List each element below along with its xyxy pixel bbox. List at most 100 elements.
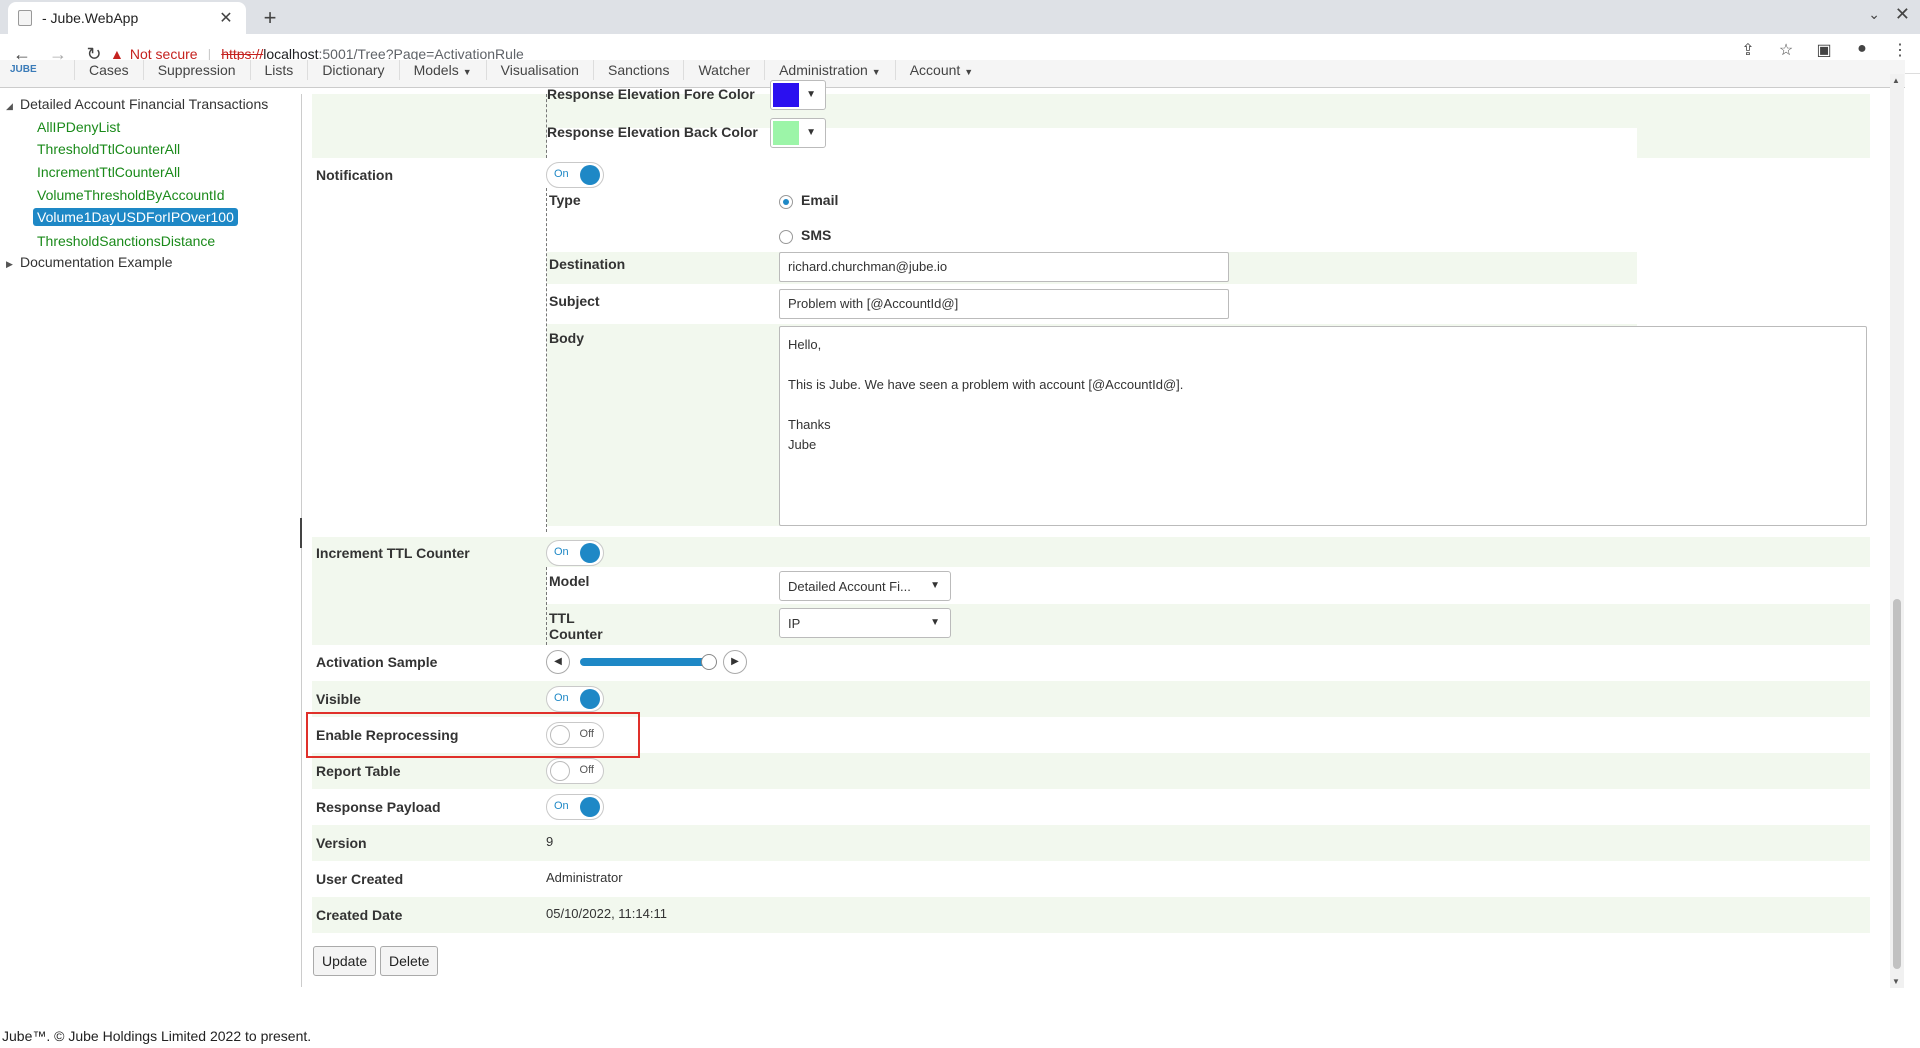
report-table-label: Report Table xyxy=(316,763,401,779)
tree-leaf[interactable]: AllIPDenyList xyxy=(33,118,124,136)
report-table-toggle[interactable]: Off xyxy=(546,758,604,784)
user-created-label: User Created xyxy=(316,871,404,887)
tree-leaf[interactable]: IncrementTtlCounterAll xyxy=(33,163,184,181)
toggle-knob xyxy=(580,689,600,709)
created-date-label: Created Date xyxy=(316,907,403,923)
toggle-knob xyxy=(580,543,600,563)
page-scrollbar[interactable]: ▲ ▼ xyxy=(1890,74,1904,988)
report-table-row: Report Table Off xyxy=(312,753,1870,789)
toolbar-actions: ⇪ ☆ ▣ ● ⋮ xyxy=(1736,40,1912,60)
new-tab-button[interactable]: + xyxy=(256,4,284,32)
ttl-counter-select[interactable]: IP ▼ xyxy=(779,608,951,638)
window-close-icon[interactable]: ✕ xyxy=(1895,4,1910,25)
toggle-knob xyxy=(580,165,600,185)
ttl-counter-select-value: IP xyxy=(788,616,801,631)
back-color-label: Response Elevation Back Color xyxy=(547,124,758,140)
destination-label: Destination xyxy=(549,256,626,272)
response-payload-toggle[interactable]: On xyxy=(546,794,604,820)
body-textarea[interactable]: Hello, This is Jube. We have seen a prob… xyxy=(779,326,1867,526)
increment-ttl-label: Increment TTL Counter xyxy=(316,545,470,561)
caret-down-icon: ▼ xyxy=(462,67,472,77)
nav-sanctions[interactable]: Sanctions xyxy=(592,60,683,80)
share-icon[interactable]: ⇪ xyxy=(1736,40,1760,60)
slider-decrement-icon[interactable]: ◀ xyxy=(546,650,570,674)
back-color-swatch xyxy=(773,121,799,145)
side-panel-icon[interactable]: ▣ xyxy=(1812,40,1836,60)
nav-models[interactable]: Models ▼ xyxy=(398,60,486,80)
chevron-down-icon: ▼ xyxy=(930,617,940,628)
toggle-state: Off xyxy=(579,764,594,776)
increment-ttl-sub: Model Detailed Account Fi... ▼ TTL Count… xyxy=(546,567,1871,645)
destination-input[interactable]: richard.churchman@jube.io xyxy=(779,252,1229,282)
scroll-down-icon[interactable]: ▼ xyxy=(1892,977,1900,986)
menu-icon[interactable]: ⋮ xyxy=(1888,40,1912,60)
chevron-down-icon: ▼ xyxy=(930,580,940,591)
email-radio[interactable] xyxy=(779,195,793,209)
nav-dictionary[interactable]: Dictionary xyxy=(307,60,398,80)
fore-color-label-text: Response Elevation Fore Color xyxy=(547,86,755,102)
highlight-box xyxy=(306,712,640,758)
activation-rule-form: Response Elevation Fore Color ▼ Response… xyxy=(312,80,1871,987)
nav-watcher[interactable]: Watcher xyxy=(683,60,764,80)
scroll-up-icon[interactable]: ▲ xyxy=(1892,76,1900,85)
visible-toggle[interactable]: On xyxy=(546,686,604,712)
profile-icon[interactable]: ● xyxy=(1850,40,1874,60)
chevron-down-icon: ▼ xyxy=(806,127,816,138)
footer: Jube™. © Jube Holdings Limited 2022 to p… xyxy=(2,1028,312,1044)
fore-color-picker[interactable]: ▼ xyxy=(770,80,826,110)
collapsed-triangle-icon[interactable]: ▶ xyxy=(6,259,20,270)
tab-title: - Jube.WebApp xyxy=(42,10,139,26)
activation-sample-row: Activation Sample ◀ ▶ xyxy=(312,645,1870,681)
toggle-state: On xyxy=(554,168,569,180)
nav-visualisation[interactable]: Visualisation xyxy=(485,60,593,80)
response-elevation-sub: Response Elevation Fore Color ▼ Response… xyxy=(546,80,1637,158)
subject-input[interactable]: Problem with [@AccountId@] xyxy=(779,289,1229,319)
sms-radio-label: SMS xyxy=(801,227,832,243)
tree-leaf[interactable]: ThresholdSanctionsDistance xyxy=(33,232,219,250)
tree-node-sibling[interactable]: ▶ Documentation Example xyxy=(6,254,173,270)
toggle-state: On xyxy=(554,692,569,704)
caret-down-icon: ▼ xyxy=(964,67,974,77)
model-select[interactable]: Detailed Account Fi... ▼ xyxy=(779,571,951,601)
ttl-counter-label: TTL Counter xyxy=(549,610,603,642)
increment-ttl-toggle[interactable]: On xyxy=(546,540,604,566)
slider-track xyxy=(580,658,710,666)
caret-down-icon: ▼ xyxy=(871,67,881,77)
scroll-thumb[interactable] xyxy=(1893,599,1901,969)
back-color-picker[interactable]: ▼ xyxy=(770,118,826,148)
close-icon[interactable]: ✕ xyxy=(216,8,236,28)
nav-suppression[interactable]: Suppression xyxy=(142,60,250,80)
panel-splitter[interactable] xyxy=(300,518,304,548)
body-label: Body xyxy=(549,330,584,346)
expanded-triangle-icon[interactable]: ◢ xyxy=(6,101,20,112)
tree-leaf-selected[interactable]: Volume1DayUSDForIPOver100 xyxy=(33,208,238,226)
response-payload-row: Response Payload On xyxy=(312,789,1870,825)
sms-radio[interactable] xyxy=(779,230,793,244)
nav-lists[interactable]: Lists xyxy=(249,60,308,80)
email-radio-label: Email xyxy=(801,192,839,208)
browser-tab[interactable]: - Jube.WebApp ✕ xyxy=(8,2,246,34)
visible-label: Visible xyxy=(316,691,361,707)
chevron-down-icon[interactable]: ⌄ xyxy=(1868,6,1880,23)
update-button[interactable]: Update xyxy=(313,946,377,976)
nav-cases[interactable]: Cases xyxy=(74,60,143,80)
subject-label: Subject xyxy=(549,293,600,309)
slider-thumb[interactable] xyxy=(701,654,718,670)
tree-leaf[interactable]: VolumeThresholdByAccountId xyxy=(33,186,229,204)
delete-button[interactable]: Delete xyxy=(380,946,439,976)
nav-account[interactable]: Account ▼ xyxy=(894,60,988,80)
star-icon[interactable]: ☆ xyxy=(1774,40,1798,60)
tree-node-parent[interactable]: ◢ Detailed Account Financial Transactions xyxy=(6,96,268,112)
app-navbar: JUBE Cases Suppression Lists Dictionary … xyxy=(0,60,1905,88)
model-select-value: Detailed Account Fi... xyxy=(788,579,911,594)
slider-increment-icon[interactable]: ▶ xyxy=(723,650,747,674)
notification-label: Notification xyxy=(316,167,393,183)
increment-ttl-row: Increment TTL Counter On Model Detailed … xyxy=(312,537,1871,645)
type-label: Type xyxy=(549,192,581,208)
nav-administration-label: Administration xyxy=(779,62,868,78)
activation-sample-slider[interactable] xyxy=(580,654,718,670)
tree-leaf[interactable]: ThresholdTtlCounterAll xyxy=(33,140,184,158)
notification-toggle[interactable]: On xyxy=(546,162,604,188)
toggle-knob xyxy=(550,761,570,781)
nav-administration[interactable]: Administration ▼ xyxy=(764,60,895,80)
